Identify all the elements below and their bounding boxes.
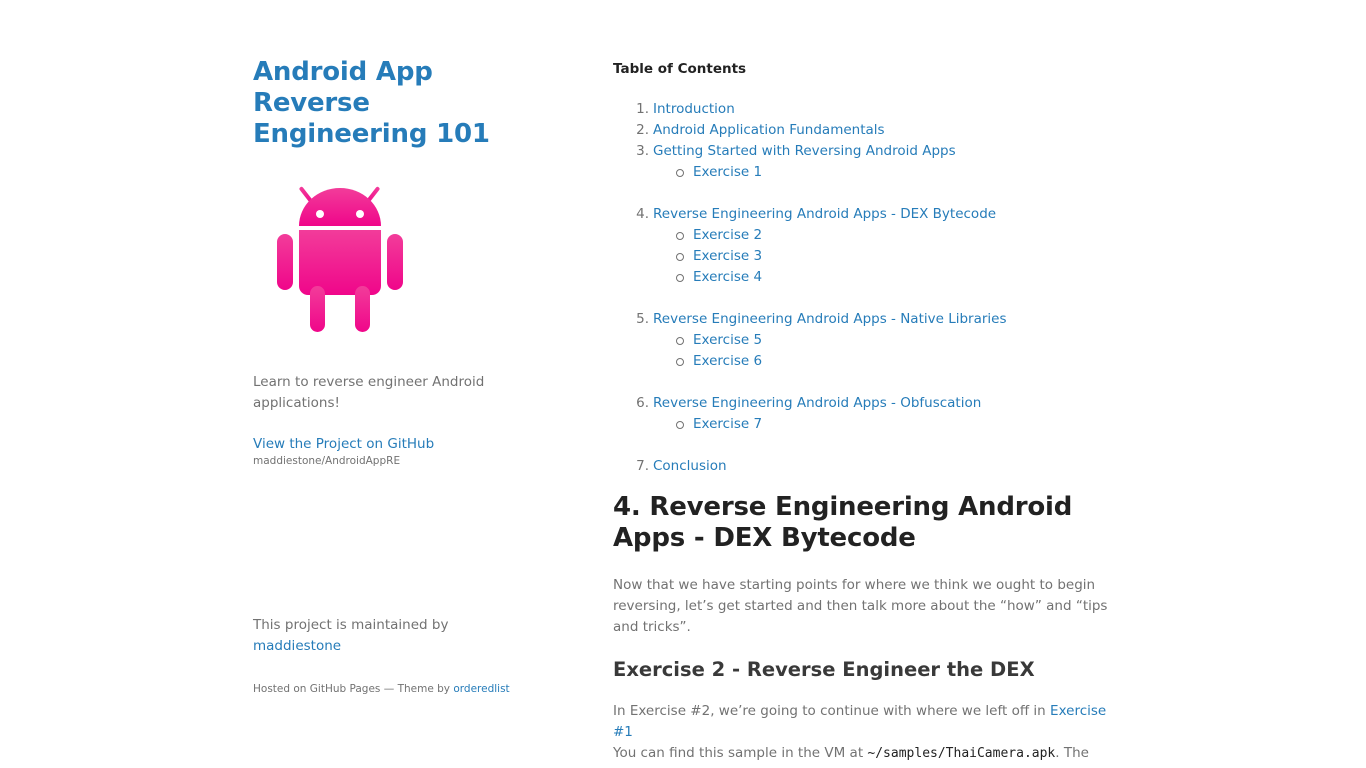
theme-author-link[interactable]: orderedlist (453, 683, 509, 695)
toc-link[interactable]: Reverse Engineering Android Apps - Obfus… (653, 395, 981, 411)
github-repo-name: maddiestone/AndroidAppRE (253, 455, 401, 467)
toc-subitem: Exercise 4 (653, 267, 1113, 288)
toc-link[interactable]: Getting Started with Reversing Android A… (653, 143, 956, 159)
page: Android App Reverse Engineering 101 Lear… (0, 0, 1366, 768)
site-tagline: Learn to reverse engineer Android applic… (253, 374, 485, 411)
maintainer-note: This project is maintained by maddieston… (253, 615, 503, 657)
toc-item-number: 5. (636, 311, 649, 327)
toc-subitem: Exercise 6 (653, 351, 1113, 372)
toc-item: 3. Getting Started with Reversing Android… (613, 141, 1113, 183)
section-heading: 4. Reverse Engineering Android Apps - DE… (613, 492, 1073, 553)
hosted-note: Hosted on GitHub Pages — Theme by ordere… (253, 682, 510, 696)
hosted-text: Hosted on GitHub Pages — Theme by (253, 683, 451, 695)
toc-exercise-link[interactable]: Exercise 2 (693, 227, 762, 243)
toc-exercise-link[interactable]: Exercise 4 (693, 269, 762, 285)
toc-title: Table of Contents (613, 61, 747, 77)
main-content: Table of Contents 1. Introduction 2. Androi… (613, 0, 1113, 768)
table-of-contents: 1. Introduction 2. Android Application Fund… (613, 99, 1113, 477)
toc-item-number: 6. (636, 395, 649, 411)
maintainer-link[interactable]: maddiestone (253, 638, 341, 654)
exercise-text-2: You can find this sample in the VM at (613, 745, 864, 761)
toc-item: 1. Introduction (613, 99, 1113, 120)
toc-exercise-link[interactable]: Exercise 1 (693, 164, 762, 180)
toc-subitem: Exercise 3 (653, 246, 1113, 267)
toc-sublist: Exercise 2 Exercise 3 Exercise 4 (653, 225, 1113, 288)
toc-subitem: Exercise 7 (653, 414, 1113, 435)
toc-subitem: Exercise 2 (653, 225, 1113, 246)
toc-item-number: 7. (636, 458, 649, 474)
toc-link[interactable]: Reverse Engineering Android Apps - Nativ… (653, 311, 1007, 327)
exercise-text: In Exercise #2, we’re going to continue … (613, 703, 1046, 719)
toc-item: 5. Reverse Engineering Android Apps - Nat… (613, 309, 1113, 372)
android-robot-icon (277, 186, 403, 332)
toc-link[interactable]: Android Application Fundamentals (653, 122, 885, 138)
toc-item-number: 2. (636, 122, 649, 138)
toc-item-number: 3. (636, 143, 649, 159)
toc-exercise-link[interactable]: Exercise 7 (693, 416, 762, 432)
toc-item: 4. Reverse Engineering Android Apps - DEX… (613, 204, 1113, 288)
toc-link[interactable]: Conclusion (653, 458, 727, 474)
exercise-paragraph: In Exercise #2, we’re going to continue … (613, 701, 1113, 768)
toc-sublist: Exercise 1 (653, 162, 1113, 183)
section-intro: Now that we have starting points for whe… (613, 577, 1108, 635)
toc-item: 6. Reverse Engineering Android Apps - Obf… (613, 393, 1113, 435)
toc-item-number: 4. (636, 206, 649, 222)
sample-path: ~/samples/ThaiCamera.apk (867, 746, 1056, 761)
github-project-link[interactable]: View the Project on GitHub (253, 434, 434, 455)
exercise-heading: Exercise 2 - Reverse Engineer the DEX (613, 658, 1035, 681)
toc-item-number: 1. (636, 101, 649, 117)
toc-item: 7. Conclusion (613, 456, 1113, 477)
toc-exercise-link[interactable]: Exercise 6 (693, 353, 762, 369)
toc-sublist: Exercise 7 (653, 414, 1113, 435)
toc-subitem: Exercise 5 (653, 330, 1113, 351)
toc-link[interactable]: Introduction (653, 101, 735, 117)
toc-exercise-link[interactable]: Exercise 5 (693, 332, 762, 348)
maintained-text: This project is maintained by (253, 617, 449, 633)
site-header: Android App Reverse Engineering 101 Lear… (253, 0, 523, 768)
site-title-link[interactable]: Android App Reverse Engineering 101 (253, 57, 513, 150)
toc-sublist: Exercise 5 Exercise 6 (653, 330, 1113, 372)
toc-exercise-link[interactable]: Exercise 3 (693, 248, 762, 264)
toc-item: 2. Android Application Fundamentals (613, 120, 1113, 141)
toc-subitem: Exercise 1 (653, 162, 1113, 183)
toc-link[interactable]: Reverse Engineering Android Apps - DEX B… (653, 206, 996, 222)
